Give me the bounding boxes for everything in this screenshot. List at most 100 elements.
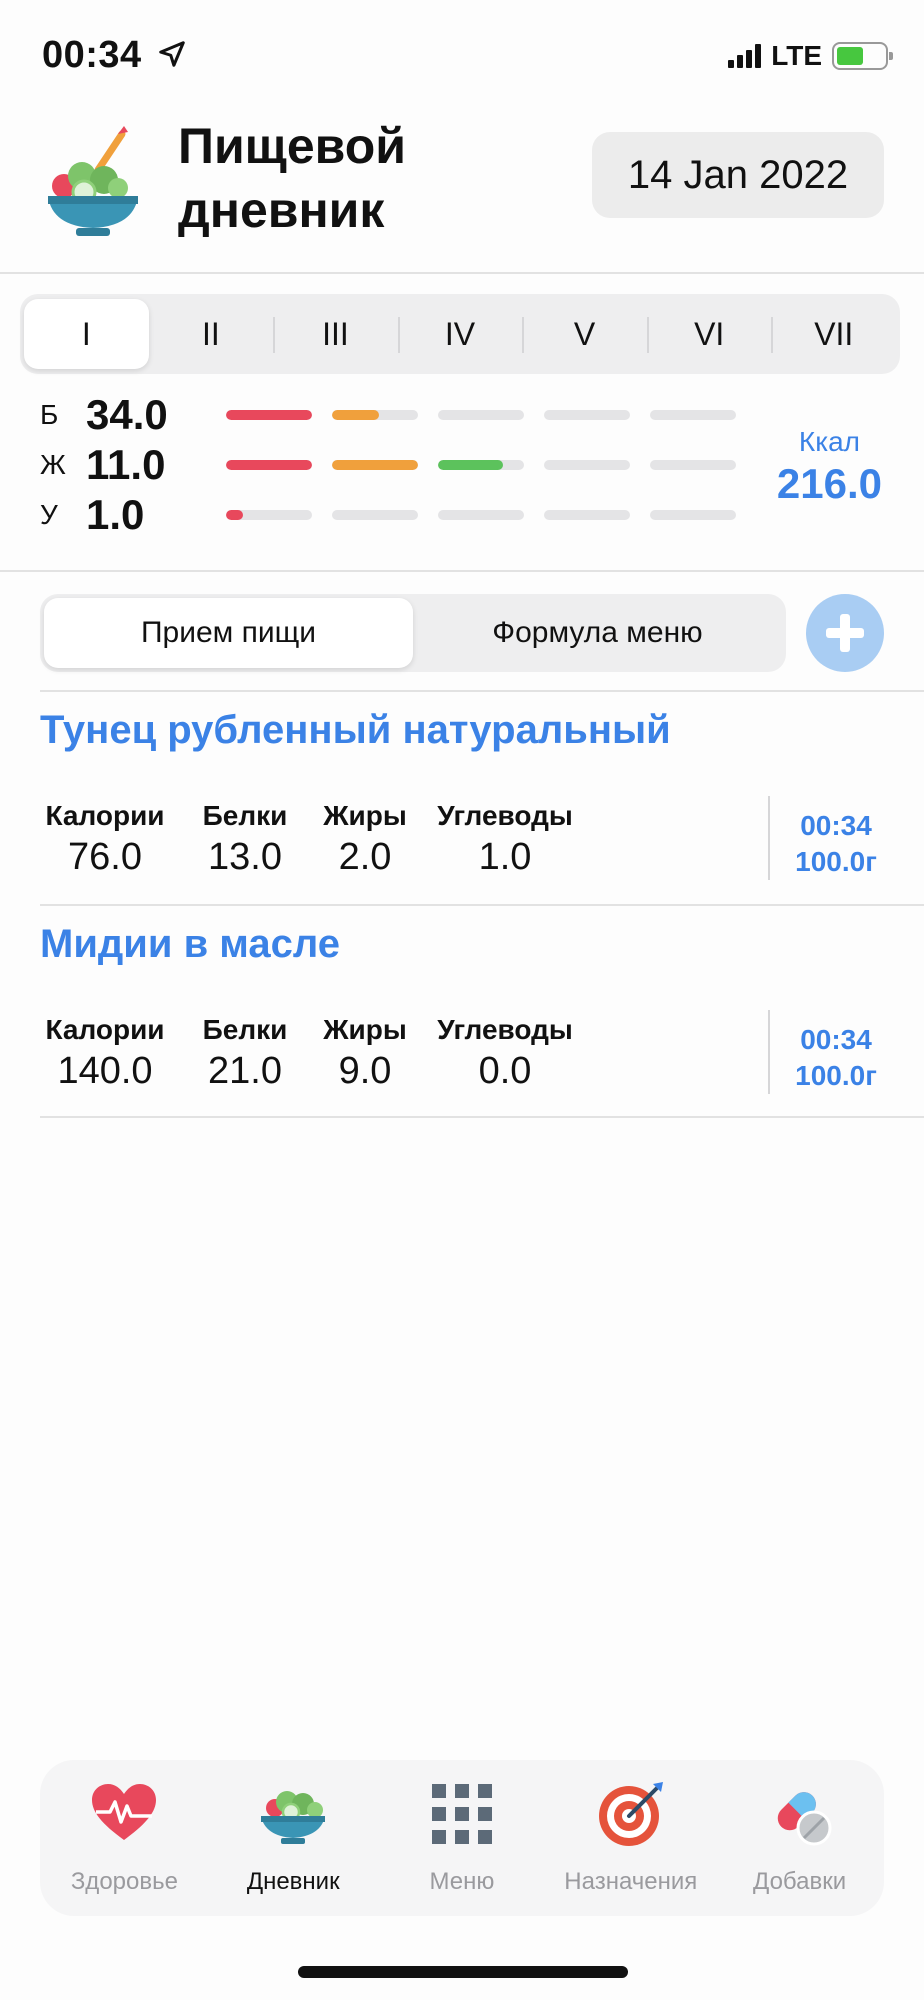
meal-segment-4[interactable]: IV [397, 299, 523, 369]
nutrient-value: 2.0 [338, 836, 392, 878]
kcal-label: Ккал [798, 426, 860, 457]
tab-label: Назначения [564, 1868, 698, 1895]
kcal-value: 216.0 [776, 460, 882, 507]
nutrient-fat: Жиры 9.0 [310, 1014, 420, 1093]
nutrient-label: Углеводы [437, 1014, 573, 1045]
meal-segment-6[interactable]: VI [646, 299, 772, 369]
food-name: Мидии в масле [40, 922, 340, 966]
food-entry[interactable]: Тунец рубленный натуральный Калории 76.0 Бе… [40, 690, 924, 904]
status-time: 00:34 [42, 34, 187, 77]
food-entry[interactable]: Мидии в масле Калории 140.0 Белки 21.0 Жиры 9.… [40, 904, 924, 1118]
divider [768, 796, 770, 880]
nutrient-label: Жиры [323, 800, 407, 831]
nutrient-calories: Калории 76.0 [40, 800, 170, 879]
macro-progress-bar [332, 410, 418, 420]
nutrient-value: 21.0 [208, 1050, 282, 1092]
status-time-text: 00:34 [42, 34, 142, 76]
macro-row: У 1.0 [40, 490, 736, 540]
meal-segment-7[interactable]: VII [771, 299, 896, 369]
heart-pulse-icon [92, 1784, 157, 1840]
entry-weight: 100.0г [795, 1060, 877, 1091]
meal-segment-1[interactable]: I [24, 299, 149, 369]
macro-progress-bar [544, 410, 630, 420]
macro-progress-bar [226, 460, 312, 470]
entry-meta: 00:34 100.0г [788, 808, 884, 880]
cellular-signal-icon [728, 44, 762, 68]
macro-value: 1.0 [86, 491, 145, 538]
nutrient-label: Белки [202, 1014, 288, 1045]
tab-label: Меню [429, 1868, 495, 1895]
nutrient-label: Жиры [323, 1014, 407, 1045]
tab-diary[interactable]: Дневник [209, 1778, 378, 1916]
meal-segment-3[interactable]: III [273, 299, 398, 369]
nutrient-value: 1.0 [478, 836, 532, 878]
salad-bowl-logo-icon [48, 126, 138, 236]
entry-weight: 100.0г [795, 846, 877, 877]
macros-summary: Б 34.0 Ж 11.0 У 1.0 Ккал 216.0 [0, 390, 924, 572]
macro-value: 34.0 [86, 391, 168, 438]
macro-value: 11.0 [86, 441, 166, 488]
macro-progress-bar [650, 460, 736, 470]
toggle-menu-formula[interactable]: Формула меню [413, 598, 782, 668]
macro-letter: Ж [40, 449, 66, 480]
toggle-meal-intake[interactable]: Прием пищи [44, 598, 413, 668]
network-type: LTE [771, 40, 822, 71]
macro-progress-bar [544, 460, 630, 470]
tab-health[interactable]: Здоровье [40, 1778, 209, 1916]
nutrient-label: Калории [45, 1014, 165, 1045]
battery-icon [832, 42, 893, 70]
meal-segment-2[interactable]: II [149, 299, 274, 369]
nutrient-fat: Жиры 2.0 [310, 800, 420, 879]
nutrient-value: 76.0 [68, 836, 142, 878]
grid-icon [431, 1784, 492, 1844]
macro-progress-bar [544, 510, 630, 520]
tab-label: Здоровье [70, 1868, 178, 1895]
date-picker-button[interactable]: 14 Jan 2022 [592, 132, 884, 218]
food-name: Тунец рубленный натуральный [40, 708, 671, 752]
macro-progress-bar [438, 510, 524, 520]
nutrient-label: Калории [45, 800, 165, 831]
macro-progress-bar [438, 460, 524, 470]
nutrient-protein: Белки 21.0 [190, 1014, 300, 1093]
nutrient-calories: Калории 140.0 [40, 1014, 170, 1093]
home-indicator [298, 1966, 628, 1978]
entry-meta: 00:34 100.0г [788, 1022, 884, 1094]
macro-progress-bar [332, 510, 418, 520]
tab-label: Добавки [753, 1868, 847, 1895]
nutrient-value: 13.0 [208, 836, 282, 878]
macro-progress-bar [226, 410, 312, 420]
nutrient-value: 0.0 [478, 1050, 532, 1092]
add-food-button[interactable] [806, 594, 884, 672]
macro-letter: У [40, 499, 58, 530]
macro-progress-bar [332, 460, 418, 470]
tab-supplements[interactable]: Добавки [715, 1778, 884, 1916]
nutrient-value: 140.0 [57, 1050, 153, 1092]
meal-number-selector: I II III IV V VI VII [20, 294, 900, 374]
page-title: Пищевой дневник [178, 118, 407, 238]
macro-progress-bar [650, 510, 736, 520]
target-icon [598, 1782, 663, 1846]
macro-progress-bar [226, 510, 312, 520]
macro-letter: Б [40, 399, 59, 430]
nutrient-carbs: Углеводы 0.0 [430, 1014, 580, 1093]
macro-progress-bar [438, 410, 524, 420]
tab-menu[interactable]: Меню [378, 1778, 547, 1916]
pills-icon [777, 1792, 832, 1846]
divider [768, 1010, 770, 1094]
macro-progress-bar [650, 410, 736, 420]
view-toggle: Прием пищи Формула меню [40, 594, 786, 672]
status-indicators: LTE [728, 40, 893, 72]
tab-assignments[interactable]: Назначения [546, 1778, 715, 1916]
nutrient-value: 9.0 [338, 1050, 392, 1092]
nutrient-label: Белки [202, 800, 288, 831]
nutrient-label: Углеводы [437, 800, 573, 831]
meal-segment-5[interactable]: V [522, 299, 647, 369]
macro-row: Б 34.0 [40, 390, 736, 440]
status-bar: 00:34 LTE [0, 0, 924, 112]
plus-icon [826, 614, 864, 652]
macro-row: Ж 11.0 [40, 440, 736, 490]
location-arrow-icon [159, 41, 185, 67]
tab-bar: Здоровье Дневник Меню Назначения Добавки [40, 1760, 884, 1916]
nutrient-protein: Белки 13.0 [190, 800, 300, 879]
nutrient-carbs: Углеводы 1.0 [430, 800, 580, 879]
